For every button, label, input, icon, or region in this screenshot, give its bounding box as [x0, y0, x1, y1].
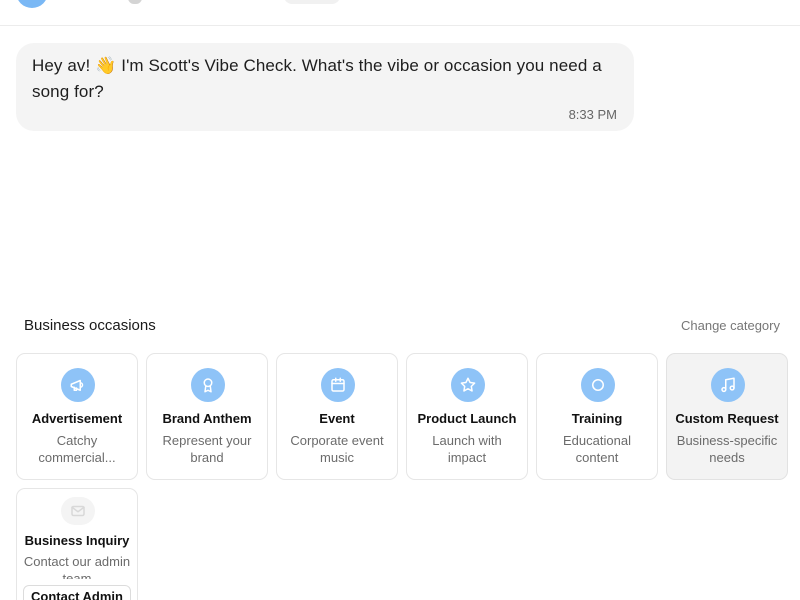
occasion-name: Event — [319, 411, 355, 426]
occasion-name: Training — [571, 411, 623, 426]
occasion-name: Advertisement — [31, 411, 123, 426]
music-note-icon — [711, 368, 745, 402]
occasion-desc: Launch with impact — [432, 433, 502, 465]
occasion-name: Brand Anthem — [162, 411, 252, 426]
bot-message-bubble: Hey av! 👋 I'm Scott's Vibe Check. What's… — [16, 43, 634, 131]
occasion-name: Custom Request — [675, 411, 779, 426]
occasion-card-business-inquiry[interactable]: Business Inquiry Contact our admin team … — [16, 488, 138, 600]
occasion-desc: Educational content — [563, 433, 631, 465]
contact-admin-button[interactable]: Contact Admin — [23, 585, 131, 600]
occasion-card-custom-request[interactable]: Custom Request Business-specific needs — [666, 353, 788, 480]
occasion-card-product-launch[interactable]: Product Launch Launch with impact — [406, 353, 528, 480]
occasion-name: Business Inquiry — [24, 533, 130, 548]
occasion-card-brand-anthem[interactable]: Brand Anthem Represent your brand — [146, 353, 268, 480]
occasion-desc: Business-specific needs — [676, 433, 778, 465]
occasion-desc: Catchy commercial... — [38, 433, 116, 465]
occasion-card-event[interactable]: Event Corporate event music — [276, 353, 398, 480]
occasions-header: Business occasions Change category — [24, 317, 780, 337]
occasion-card-advertisement[interactable]: Advertisement Catchy commercial... — [16, 353, 138, 480]
header-pill[interactable] — [284, 0, 340, 4]
occasion-desc: Represent your brand — [162, 433, 252, 465]
bot-message-text: Hey av! 👋 I'm Scott's Vibe Check. What's… — [32, 56, 602, 101]
change-category-link[interactable]: Change category — [681, 318, 780, 333]
star-icon — [451, 368, 485, 402]
bot-avatar — [16, 0, 48, 8]
message-timestamp: 8:33 PM — [568, 107, 617, 122]
occasion-desc: Corporate event music — [290, 433, 384, 465]
top-bar — [0, 0, 800, 26]
header-title-fragment — [128, 0, 142, 4]
occasion-desc: Contact our admin team — [23, 554, 131, 579]
award-icon — [191, 368, 225, 402]
megaphone-icon — [61, 368, 95, 402]
mail-icon — [61, 497, 95, 525]
circle-icon — [581, 368, 615, 402]
occasion-card-training[interactable]: Training Educational content — [536, 353, 658, 480]
section-label: Business occasions — [24, 317, 156, 334]
occasion-name: Product Launch — [417, 411, 517, 426]
calendar-icon — [321, 368, 355, 402]
